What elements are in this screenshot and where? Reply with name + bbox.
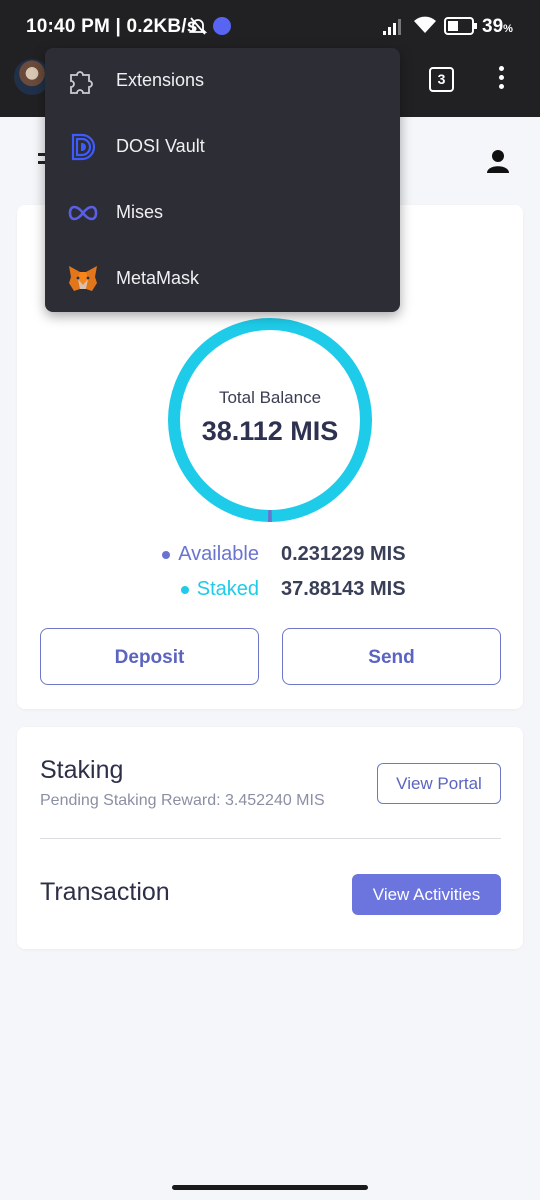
menu-item-label: DOSI Vault <box>116 136 205 156</box>
extensions-menu: Extensions DOSI Vault Mises MetaMask <box>45 48 400 312</box>
menu-item-label: Extensions <box>116 70 205 90</box>
dosi-vault-icon <box>71 133 96 161</box>
wifi-icon <box>414 16 436 33</box>
metamask-fox-icon <box>69 266 97 291</box>
home-indicator <box>172 1185 368 1190</box>
menu-item-extensions[interactable]: Extensions <box>45 48 400 114</box>
available-dot <box>162 550 171 559</box>
user-icon[interactable] <box>486 148 510 174</box>
status-bar: 10:40 PM | 0.2KB/s 39% <box>0 0 540 52</box>
transaction-title: Transaction <box>40 878 170 906</box>
available-value: 0.231229 MIS <box>281 543 406 565</box>
available-legend: Available <box>162 543 259 566</box>
deposit-button[interactable]: Deposit <box>40 628 259 685</box>
battery-icon <box>444 17 477 35</box>
menu-item-mises[interactable]: Mises <box>45 180 400 246</box>
menu-item-label: Mises <box>116 202 164 222</box>
staking-title: Staking <box>40 756 124 784</box>
tab-switcher-button[interactable]: 3 <box>429 67 454 92</box>
menu-item-dosi-vault[interactable]: DOSI Vault <box>45 114 400 180</box>
staked-dot <box>180 585 189 594</box>
status-time: 10:40 PM | 0.2KB/s <box>26 16 198 37</box>
staked-value: 37.88143 MIS <box>281 578 406 600</box>
mises-icon <box>68 205 98 221</box>
total-balance-value: 38.112 MIS <box>201 416 339 446</box>
muted-bell-icon <box>188 17 208 35</box>
divider <box>40 838 501 839</box>
battery-percent: 39% <box>482 16 513 37</box>
signal-icon <box>383 19 401 35</box>
view-portal-button[interactable]: View Portal <box>377 763 501 804</box>
menu-item-label: MetaMask <box>116 268 200 288</box>
more-options-icon[interactable] <box>496 66 506 92</box>
view-activities-button[interactable]: View Activities <box>352 874 501 915</box>
send-button[interactable]: Send <box>282 628 501 685</box>
menu-item-metamask[interactable]: MetaMask <box>45 246 400 312</box>
discord-icon <box>213 17 231 35</box>
puzzle-icon <box>70 71 93 94</box>
pending-reward-text: Pending Staking Reward: 3.452240 MIS <box>40 792 325 809</box>
total-balance-label: Total Balance <box>218 388 322 407</box>
staked-legend: Staked <box>180 578 259 601</box>
